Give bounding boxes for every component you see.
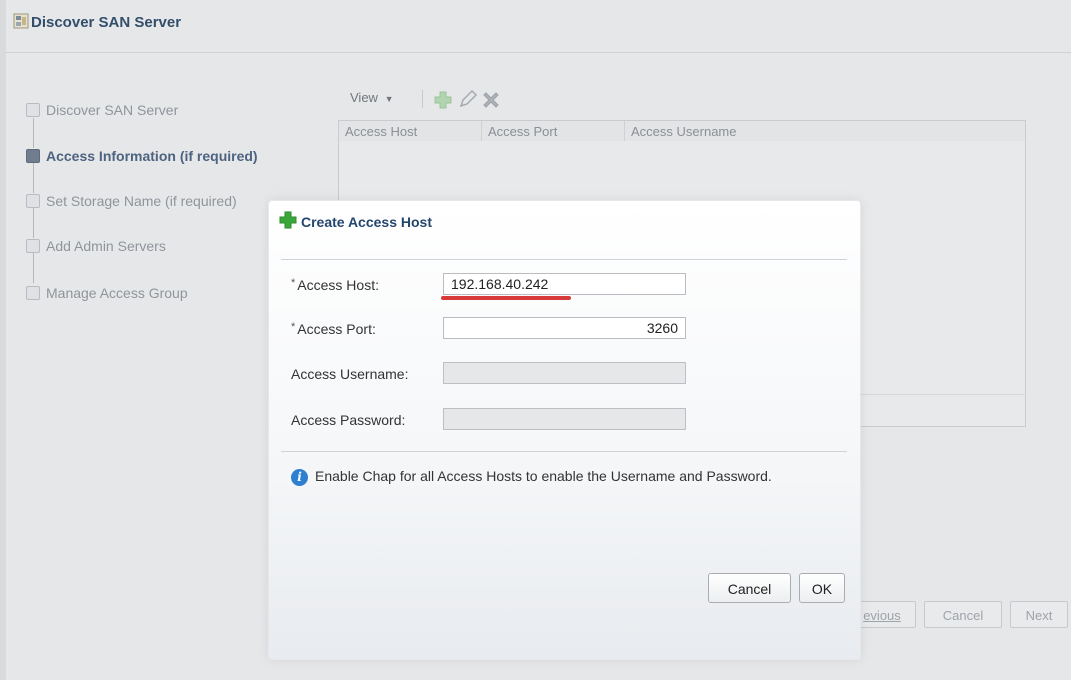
wizard-icon: [13, 13, 29, 29]
step-label: Set Storage Name (if required): [46, 193, 237, 209]
train-connector: [33, 253, 34, 283]
train-step-discover-san-server[interactable]: Discover SAN Server: [26, 100, 178, 120]
column-header[interactable]: Access Host: [339, 121, 482, 141]
ok-button[interactable]: OK: [799, 573, 845, 603]
access-username-input: [443, 362, 686, 384]
column-header[interactable]: Access Username: [625, 121, 1025, 141]
view-menu-label: View: [350, 90, 378, 105]
edit-icon[interactable]: [456, 89, 478, 111]
access-password-input: [443, 408, 686, 430]
train-step-set-storage-name[interactable]: Set Storage Name (if required): [26, 191, 237, 211]
required-marker: *: [291, 277, 296, 289]
required-marker: *: [291, 321, 296, 333]
cancel-button-label: Cancel: [942, 608, 984, 623]
annotation-underline: [441, 296, 571, 300]
dialog-title: Create Access Host: [301, 214, 432, 230]
next-button[interactable]: Next: [1010, 601, 1068, 628]
step-indicator: [26, 239, 40, 253]
step-label: Access Information (if required): [46, 148, 258, 164]
table-toolbar: View ▼: [332, 84, 1026, 114]
previous-button-label: evious: [863, 608, 901, 623]
train-step-add-admin-servers[interactable]: Add Admin Servers: [26, 236, 166, 256]
dialog-header: Create Access Host: [279, 211, 432, 233]
view-menu[interactable]: View ▼: [350, 90, 394, 105]
next-button-label: Next: [1025, 608, 1053, 623]
train-connector: [33, 118, 34, 148]
access-port-label: * Access Port:: [291, 321, 376, 337]
window-title: Discover SAN Server: [31, 14, 182, 31]
cancel-button[interactable]: Cancel: [708, 573, 791, 603]
train-connector: [33, 163, 34, 193]
access-port-input[interactable]: [443, 317, 686, 339]
cancel-wizard-button[interactable]: Cancel: [924, 601, 1002, 628]
access-username-label: Access Username:: [291, 366, 409, 382]
chevron-down-icon: ▼: [384, 94, 394, 104]
access-host-label: * Access Host:: [291, 277, 379, 293]
add-icon[interactable]: [432, 89, 454, 111]
table-header-row: Access Host Access Port Access Username: [338, 120, 1026, 142]
access-host-input[interactable]: [443, 273, 686, 295]
train-step-manage-access-group[interactable]: Manage Access Group: [26, 283, 188, 303]
step-label: Add Admin Servers: [46, 238, 166, 254]
step-indicator: [26, 149, 40, 163]
access-port-label-text: Access Port:: [297, 321, 376, 337]
toolbar-divider: [422, 90, 423, 108]
train-step-access-information[interactable]: Access Information (if required): [26, 146, 258, 166]
info-text: Enable Chap for all Access Hosts to enab…: [315, 468, 772, 484]
add-icon: [279, 211, 297, 234]
title-bar: Discover SAN Server: [6, 0, 1071, 53]
step-label: Manage Access Group: [46, 285, 188, 301]
step-indicator: [26, 286, 40, 300]
delete-icon[interactable]: [480, 89, 502, 111]
column-header[interactable]: Access Port: [482, 121, 625, 141]
step-indicator: [26, 103, 40, 117]
step-indicator: [26, 194, 40, 208]
access-host-label-text: Access Host:: [297, 277, 379, 293]
dialog-divider: [281, 451, 847, 452]
access-password-label: Access Password:: [291, 412, 406, 428]
create-access-host-dialog: Create Access Host *Access Host: *Access…: [268, 200, 861, 660]
step-label: Discover SAN Server: [46, 102, 179, 118]
info-icon: i: [291, 469, 308, 486]
train-connector: [33, 208, 34, 238]
dialog-divider: [281, 259, 847, 260]
